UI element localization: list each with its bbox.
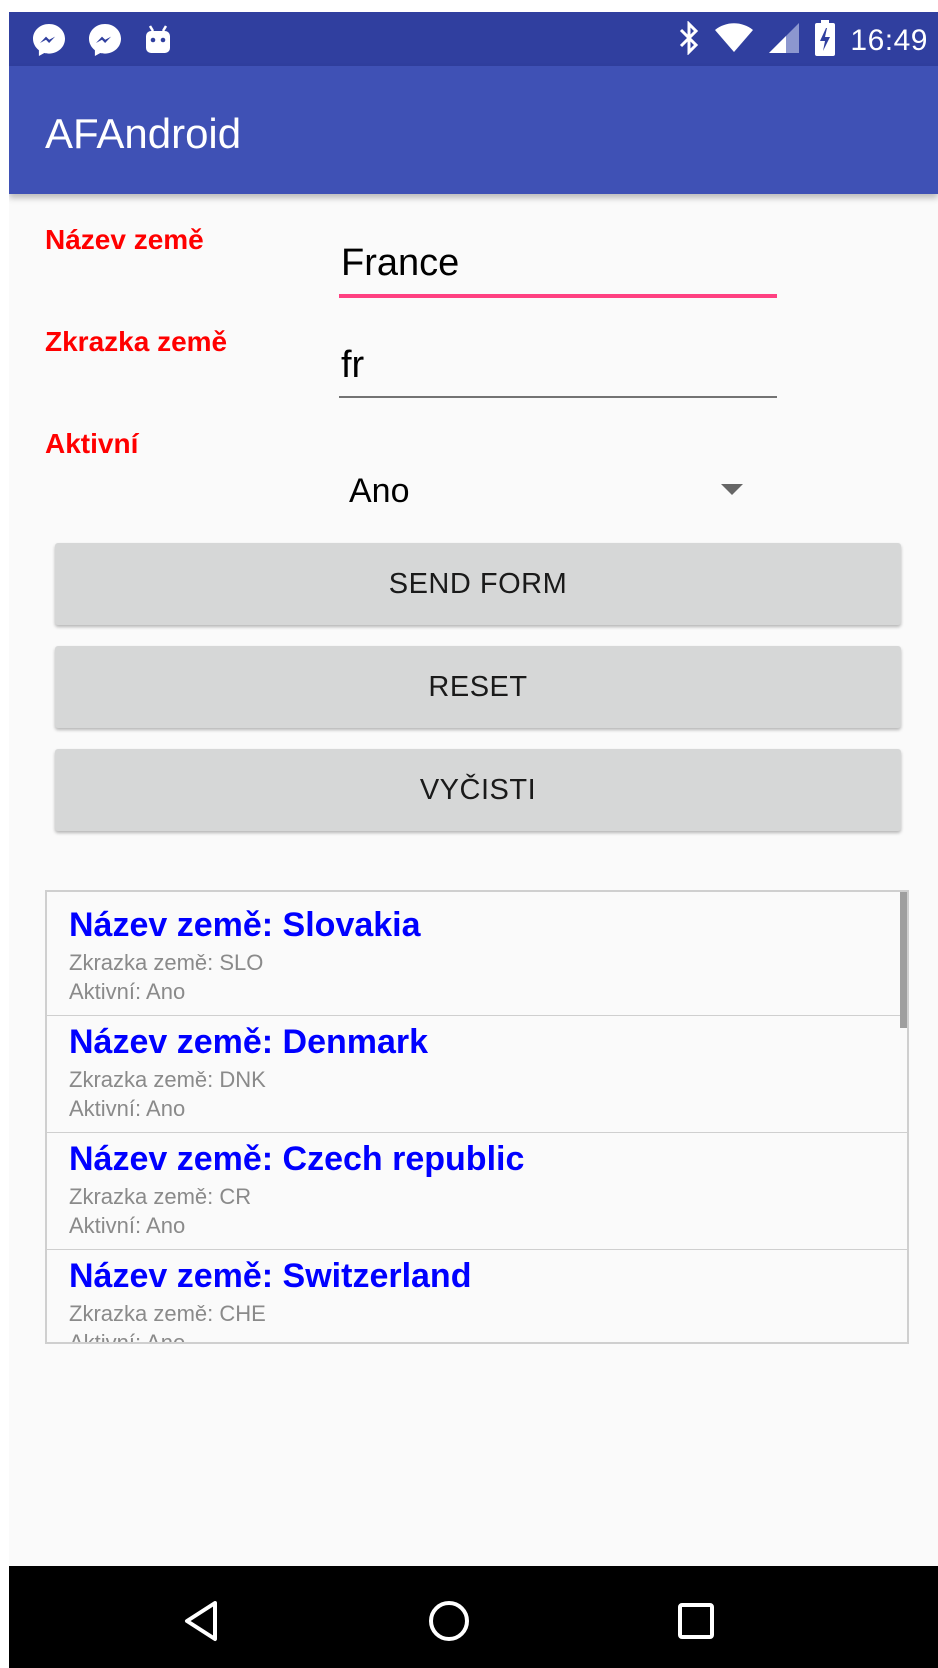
active-label: Aktivní <box>45 428 139 459</box>
app-bar: AFAndroid <box>9 66 938 194</box>
app-screen: 16:49 AFAndroid Název země Zkrazka země … <box>9 12 938 1668</box>
cell-signal-icon <box>768 22 800 59</box>
list-item[interactable]: Název země: Switzerland Zkrazka země: CH… <box>47 1243 907 1344</box>
messenger-icon <box>87 22 123 63</box>
list-item-code: Zkrazka země: SLO <box>69 950 264 975</box>
navigation-bar <box>9 1566 938 1668</box>
list-item-title: Název země: Denmark <box>69 1023 429 1061</box>
send-form-button[interactable]: SEND FORM <box>55 543 901 625</box>
active-spinner[interactable]: Ano <box>339 460 759 522</box>
list-item-title: Název země: Switzerland <box>69 1257 472 1295</box>
messenger-icon <box>31 22 67 63</box>
list-item[interactable]: Název země: Czech republic Zkrazka země:… <box>47 1126 907 1250</box>
list-item-code: Zkrazka země: DNK <box>69 1067 266 1092</box>
country-list[interactable]: Název země: Slovakia Zkrazka země: SLO A… <box>45 890 909 1344</box>
code-input-underline <box>339 396 777 398</box>
clock: 16:49 <box>850 23 928 57</box>
list-item-title: Název země: Slovakia <box>69 906 421 944</box>
code-input[interactable] <box>339 338 777 398</box>
name-input-underline <box>339 294 777 298</box>
list-item-active: Aktivní: Ano <box>69 1213 186 1238</box>
list-item[interactable]: Název země: Denmark Zkrazka země: DNK Ak… <box>47 1009 907 1133</box>
home-icon[interactable] <box>424 1596 474 1646</box>
status-bar: 16:49 <box>9 12 938 66</box>
name-label: Název země <box>45 224 204 255</box>
list-item-code: Zkrazka země: CR <box>69 1184 252 1209</box>
name-input[interactable] <box>339 236 777 296</box>
clear-button[interactable]: VYČISTI <box>55 749 901 831</box>
reset-button[interactable]: RESET <box>55 646 901 728</box>
recents-icon[interactable] <box>671 1596 721 1646</box>
list-item-active: Aktivní: Ano <box>69 979 186 1004</box>
app-title: AFAndroid <box>45 110 242 157</box>
wifi-icon <box>714 22 754 59</box>
list-item-code: Zkrazka země: CHE <box>69 1301 266 1326</box>
list-item-title: Název země: Czech republic <box>69 1140 525 1178</box>
active-spinner-value: Ano <box>349 472 410 510</box>
list-item-active: Aktivní: Ano <box>69 1096 186 1121</box>
android-debug-icon <box>143 24 173 61</box>
battery-charging-icon <box>814 20 836 61</box>
list-item-active: Aktivní: Ano <box>69 1330 186 1344</box>
dropdown-arrow-icon <box>721 484 743 495</box>
list-scrollbar[interactable] <box>900 892 907 1028</box>
list-item[interactable]: Název země: Slovakia Zkrazka země: SLO A… <box>47 892 907 1016</box>
code-label: Zkrazka země <box>45 326 228 357</box>
back-icon[interactable] <box>177 1596 227 1646</box>
bluetooth-icon <box>678 20 700 60</box>
